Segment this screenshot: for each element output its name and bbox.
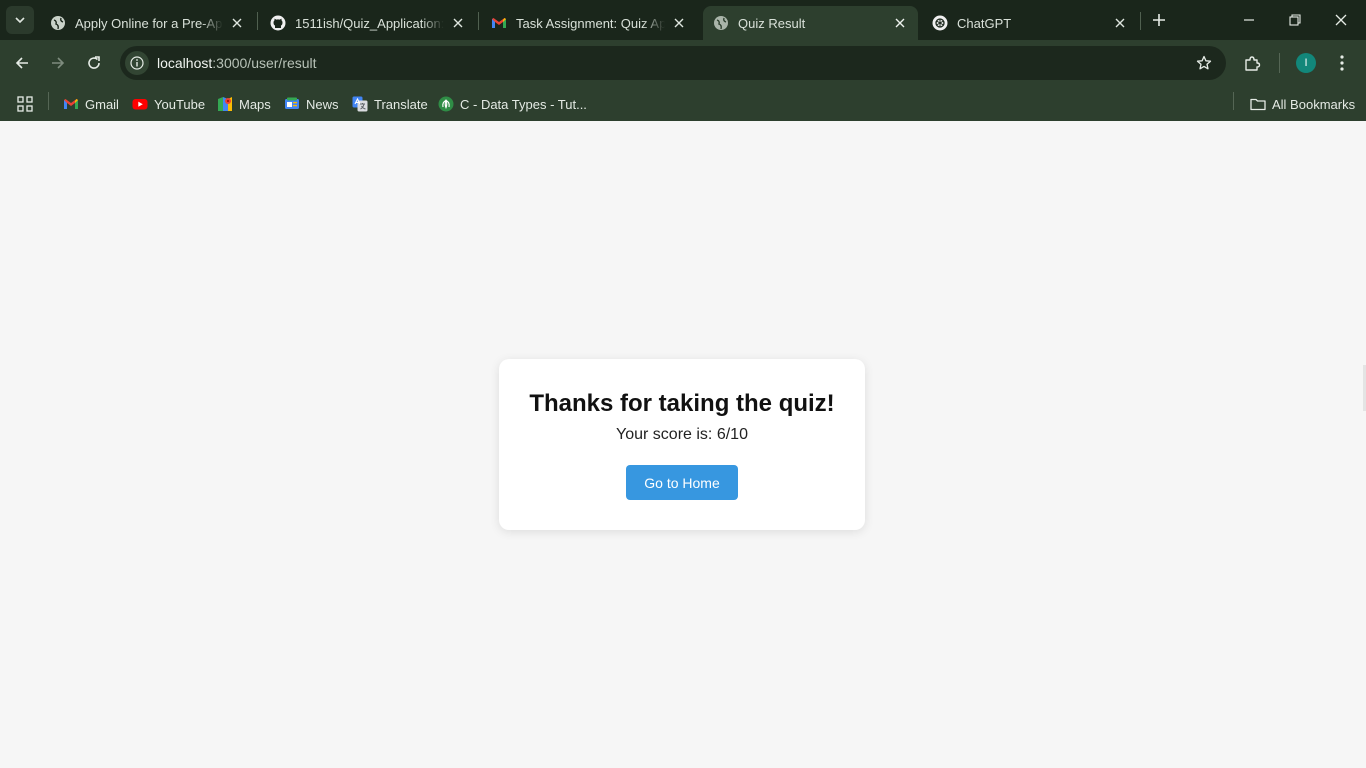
tab-search-button[interactable] (6, 6, 34, 34)
tab-title: 1511ish/Quiz_Application: A Quiz (295, 15, 444, 31)
news-icon (284, 96, 300, 112)
bookmark-label: YouTube (154, 96, 206, 112)
chevron-down-icon (15, 17, 25, 24)
extensions-button[interactable] (1238, 49, 1266, 77)
github-icon (270, 15, 286, 31)
back-button[interactable] (8, 49, 36, 77)
bookmark-label: Gmail (85, 96, 119, 112)
reload-icon (88, 56, 100, 69)
score-text: Your score is: 6/10 (616, 426, 748, 443)
url-text: localhost:3000/user/result (157, 55, 317, 71)
reload-button[interactable] (80, 49, 108, 77)
forward-arrow-icon (52, 57, 65, 69)
gmail-icon (63, 96, 79, 112)
url-path: :3000/user/result (212, 55, 317, 71)
info-icon (130, 56, 144, 70)
browser-toolbar: localhost:3000/user/result I (0, 40, 1366, 86)
tab-title: Apply Online for a Pre-Approved (75, 15, 223, 31)
bookmark-label: Translate (374, 96, 428, 112)
tab-separator (257, 12, 258, 30)
tab-github-quiz-application[interactable]: 1511ish/Quiz_Application: A Quiz (260, 6, 476, 40)
bookmarks-separator (48, 92, 49, 110)
apps-grid-icon (17, 96, 33, 112)
bookmark-label: C - Data Types - Tut... (460, 96, 587, 112)
maps-icon (217, 96, 233, 112)
close-icon (1335, 14, 1347, 26)
back-arrow-icon (15, 57, 28, 69)
youtube-icon (132, 96, 148, 112)
forward-button[interactable] (44, 49, 72, 77)
page-viewport: Thanks for taking the quiz! Your score i… (0, 121, 1366, 768)
result-card: Thanks for taking the quiz! Your score i… (499, 359, 865, 530)
tab-title: Quiz Result (738, 15, 806, 31)
tab-separator (1140, 12, 1141, 30)
site-info-button[interactable] (125, 51, 149, 75)
tab-gmail-task-assignment[interactable]: Task Assignment: Quiz Application (481, 6, 697, 40)
bookmark-gmail[interactable]: Gmail (63, 92, 119, 116)
tab-apply-online[interactable]: Apply Online for a Pre-Approved (40, 6, 255, 40)
restore-button[interactable] (1272, 0, 1318, 40)
go-to-home-button[interactable]: Go to Home (626, 465, 738, 500)
chatgpt-icon (932, 15, 948, 31)
puzzle-icon (1245, 56, 1261, 71)
kebab-menu-icon (1340, 55, 1344, 71)
bookmarks-separator (1233, 92, 1234, 110)
result-heading: Thanks for taking the quiz! (529, 390, 835, 417)
tutorial-site-icon (438, 96, 454, 112)
avatar: I (1296, 53, 1316, 73)
bookmark-translate[interactable]: Translate (352, 92, 428, 116)
bookmark-news[interactable]: News (284, 92, 339, 116)
close-icon[interactable] (1112, 15, 1128, 31)
folder-icon (1250, 96, 1266, 112)
bookmark-youtube[interactable]: YouTube (132, 92, 205, 116)
all-bookmarks-button[interactable]: All Bookmarks (1250, 92, 1355, 116)
translate-icon (352, 96, 368, 112)
bookmark-star-button[interactable] (1194, 53, 1214, 73)
tab-quiz-result[interactable]: Quiz Result (703, 6, 918, 40)
tab-strip: Apply Online for a Pre-Approved 1511ish/… (0, 0, 1366, 40)
profile-button[interactable]: I (1292, 49, 1320, 77)
close-window-button[interactable] (1318, 0, 1364, 40)
bookmark-label: Maps (239, 96, 271, 112)
bookmark-c-data-types[interactable]: C - Data Types - Tut... (438, 92, 587, 116)
globe-icon (713, 15, 729, 31)
star-icon (1196, 55, 1212, 70)
minimize-button[interactable] (1226, 0, 1272, 40)
toolbar-divider (1279, 53, 1280, 73)
close-icon[interactable] (671, 15, 687, 31)
tab-title: ChatGPT (957, 15, 1012, 31)
restore-icon (1289, 14, 1301, 26)
address-bar[interactable]: localhost:3000/user/result (120, 46, 1226, 80)
tab-chatgpt[interactable]: ChatGPT (922, 6, 1138, 40)
bookmark-maps[interactable]: Maps (217, 92, 271, 116)
bookmark-label: News (306, 96, 339, 112)
browser-menu-button[interactable] (1328, 49, 1356, 77)
tab-title: Task Assignment: Quiz Application (516, 15, 665, 31)
new-tab-button[interactable] (1148, 9, 1170, 31)
all-bookmarks-label: All Bookmarks (1272, 96, 1356, 112)
bookmarks-bar: Gmail YouTube Maps News Translate C - Da… (0, 86, 1366, 121)
minimize-icon (1244, 19, 1254, 21)
tab-separator (478, 12, 479, 30)
gmail-icon (491, 15, 507, 31)
apps-button[interactable] (17, 92, 33, 116)
globe-icon (50, 15, 66, 31)
browser-chrome: Apply Online for a Pre-Approved 1511ish/… (0, 0, 1366, 121)
url-host: localhost (157, 55, 213, 71)
close-icon[interactable] (229, 15, 245, 31)
close-icon[interactable] (892, 15, 908, 31)
plus-icon (1153, 14, 1165, 26)
close-icon[interactable] (450, 15, 466, 31)
